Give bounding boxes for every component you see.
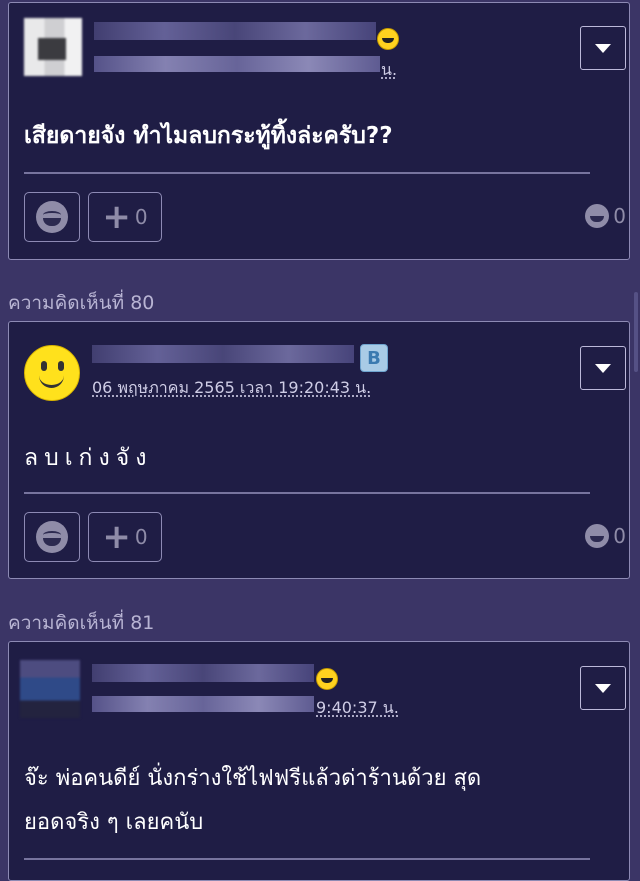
chevron-down-icon: [595, 363, 611, 373]
comment-message-line: จ๊ะ พ่อคนดีย์ นั่งกร่างใช้ไฟฟรีแล้วด่าร้…: [24, 766, 482, 791]
comment-date[interactable]: 06 พฤษภาคม 2565 เวลา 19:20:43 น.: [92, 376, 371, 401]
plus-icon: +: [102, 197, 131, 237]
username-blurred: [94, 22, 376, 40]
user-emoji-icon: [377, 28, 399, 50]
smile-icon: [36, 521, 68, 553]
comment-number-label: ความคิดเห็นที่ 80: [8, 292, 155, 314]
comment-options-dropdown[interactable]: [580, 26, 626, 70]
comment-options-dropdown[interactable]: [580, 666, 626, 710]
chevron-down-icon: [595, 683, 611, 693]
emotion-count-value: 0: [613, 524, 626, 548]
avatar-eye: [41, 361, 47, 371]
avatar-eye: [58, 361, 64, 371]
divider: [24, 492, 590, 494]
date-blurred: [94, 56, 380, 72]
emotion-count: 0: [585, 204, 626, 228]
plus-button[interactable]: + 0: [88, 192, 162, 242]
user-emoji-icon: [316, 668, 338, 690]
plus-count: 0: [134, 525, 148, 549]
divider: [24, 858, 590, 860]
smile-icon: [585, 524, 610, 548]
plus-icon: +: [102, 517, 131, 557]
username-blurred: [92, 345, 354, 363]
emotion-count: 0: [585, 524, 626, 548]
plus-button[interactable]: + 0: [88, 512, 162, 562]
date-blurred: [92, 696, 314, 712]
comment-message-line: ยอดจริง ๆ เลยคนับ: [24, 810, 204, 835]
divider: [24, 172, 590, 174]
comment-date[interactable]: 9:40:37 น.: [316, 696, 399, 721]
comment-date[interactable]: น.: [381, 58, 397, 83]
comment-message: เสียดายจัง ทำไมลบกระทู้ทิ้งล่ะครับ??: [24, 123, 393, 149]
username-blurred: [92, 664, 314, 682]
comment-options-dropdown[interactable]: [580, 346, 626, 390]
avatar-mouth: [39, 372, 64, 388]
avatar[interactable]: [24, 18, 82, 76]
emotion-count-value: 0: [613, 204, 626, 228]
member-badge-icon: B: [360, 344, 388, 372]
comment-message: ลบเก่งจัง: [24, 445, 153, 471]
chevron-down-icon: [595, 43, 611, 53]
smile-icon: [585, 204, 610, 228]
comment-number-label: ความคิดเห็นที่ 81: [8, 612, 155, 634]
plus-count: 0: [134, 205, 148, 229]
scrollbar[interactable]: [634, 292, 638, 372]
smile-icon: [36, 201, 68, 233]
emotion-button[interactable]: [24, 192, 80, 242]
avatar[interactable]: [20, 660, 80, 718]
avatar[interactable]: [24, 345, 80, 401]
emotion-button[interactable]: [24, 512, 80, 562]
